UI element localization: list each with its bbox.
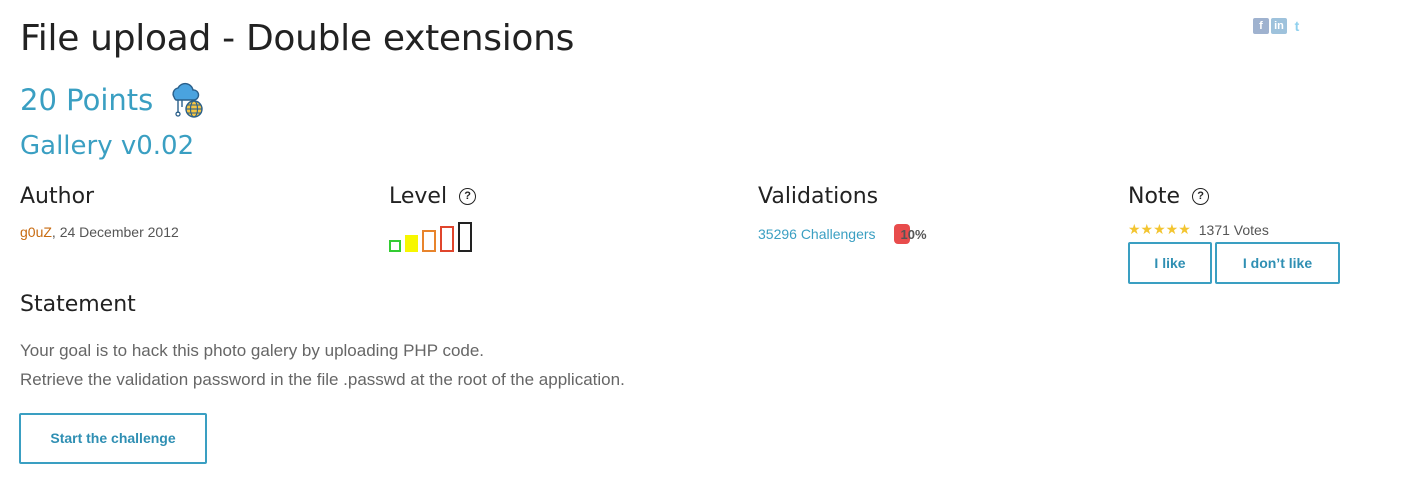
level-bar [389,240,401,252]
note-heading: Note [1128,183,1181,209]
help-icon[interactable]: ? [1192,187,1210,205]
statement-heading: Statement [20,292,136,317]
validations-heading: Validations [758,183,879,209]
level-bar [422,230,436,252]
level-heading: Level [389,183,448,209]
statement-text: Your goal is to hack this photo galery b… [20,336,625,394]
level-bar [458,222,472,252]
level-bar [405,235,418,252]
validations-line: 35296 Challengers 10% [758,224,927,244]
author-section: Author g0uZ, 24 December 2012 [20,180,179,241]
page-title: File upload - Double extensions [20,18,575,59]
linkedin-icon[interactable]: in [1271,18,1287,34]
vote-buttons: I like I don’t like [1128,242,1340,284]
author-link[interactable]: g0uZ [20,224,52,240]
facebook-icon[interactable]: f [1253,18,1269,34]
author-separator: , [51,224,56,240]
points-value: 20 Points [20,83,154,117]
help-icon[interactable]: ? [459,187,477,205]
votes-count: 1371 Votes [1198,221,1269,238]
level-heading-row: Level ? [389,180,479,212]
author-line: g0uZ, 24 December 2012 [20,224,179,240]
author-heading: Author [20,183,95,209]
level-section: Level ? [389,180,479,252]
social-share-bar: f in t [1253,18,1305,34]
statement-line: Retrieve the validation password in the … [20,370,625,389]
level-indicator [389,222,479,252]
star-rating-icon: ★★★★★ [1128,221,1191,237]
note-heading-row: Note ? [1128,180,1340,212]
twitter-icon[interactable]: t [1289,18,1305,34]
validations-section: Validations 35296 Challengers 10% [758,180,927,244]
author-date: 24 December 2012 [59,224,179,240]
level-bar [440,226,454,252]
note-section: Note ? ★★★★★ 1371 Votes I like I don’t l… [1128,180,1340,284]
dislike-button[interactable]: I don’t like [1215,242,1340,284]
statement-line: Your goal is to hack this photo galery b… [20,341,485,360]
validation-percent: 10% [893,224,927,244]
start-challenge-button[interactable]: Start the challenge [19,413,207,464]
challengers-link[interactable]: 35296 Challengers [758,226,876,242]
like-button[interactable]: I like [1128,242,1212,284]
challenge-subtitle: Gallery v0.02 [20,131,195,161]
cloud-globe-icon[interactable] [167,80,207,120]
percent-text: 10% [900,226,927,242]
points-row: 20 Points [20,80,207,120]
rating-line: ★★★★★ 1371 Votes [1128,221,1340,238]
